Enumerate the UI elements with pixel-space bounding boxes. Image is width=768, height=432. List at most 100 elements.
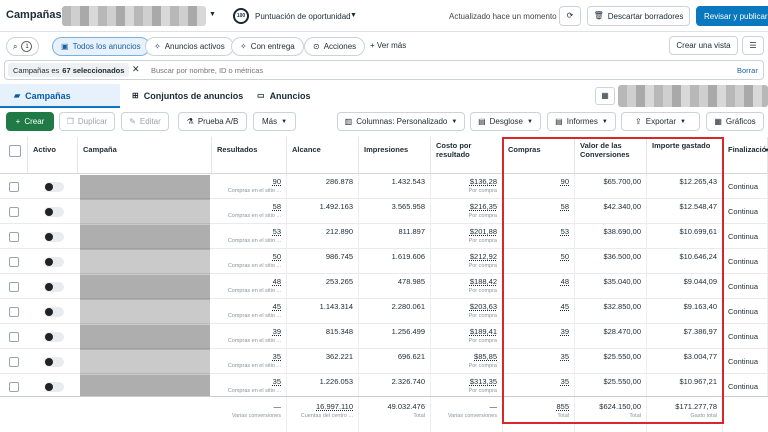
search-toggle[interactable]: ⌕ 1 bbox=[6, 37, 40, 56]
ab-test-button[interactable]: ⚗ Prueba A/B bbox=[178, 112, 247, 131]
cell-value: $35.040,00 bbox=[575, 274, 647, 299]
breakdown-icon: ▤ bbox=[478, 116, 486, 126]
cell-value: $36.500,00 bbox=[575, 249, 647, 274]
header-finish[interactable]: Finalizació bbox=[723, 137, 768, 174]
cell-impressions: 1.432.543 bbox=[359, 174, 431, 199]
folder-icon: ▣ bbox=[61, 41, 69, 51]
row-checkbox[interactable] bbox=[9, 307, 19, 317]
cell-purchases: 35 bbox=[503, 349, 575, 374]
review-publish-button[interactable]: Revisar y publicar bbox=[696, 6, 768, 26]
row-toggle[interactable] bbox=[44, 282, 64, 292]
total-cost: — Varias conversiones bbox=[431, 397, 503, 432]
row-toggle[interactable] bbox=[44, 357, 64, 367]
cell-results: 35 Compras en el sitio ... bbox=[212, 349, 287, 374]
cell-purchases: 48 bbox=[503, 274, 575, 299]
cell-reach: 253.265 bbox=[287, 274, 359, 299]
cell-value: $25.550,00 bbox=[575, 349, 647, 374]
export-label: Exportar bbox=[645, 117, 676, 126]
create-view-button[interactable]: Crear una vista bbox=[669, 36, 738, 55]
row-toggle[interactable] bbox=[44, 232, 64, 242]
header-active[interactable]: Activo bbox=[28, 137, 78, 174]
header-purchases[interactable]: Compras bbox=[503, 137, 575, 174]
opportunity-score-label[interactable]: Puntuación de oportunidad bbox=[255, 12, 351, 21]
create-button[interactable]: + Crear bbox=[6, 112, 54, 131]
edit-button[interactable]: ✎ Editar bbox=[121, 112, 169, 131]
more-filters-link[interactable]: + Ver más bbox=[370, 41, 406, 50]
header-amount-spent[interactable]: Importe gastado bbox=[647, 137, 723, 174]
cell-impressions: 811.897 bbox=[359, 224, 431, 249]
search-input[interactable] bbox=[151, 63, 511, 77]
tab-ads[interactable]: ▭ Anuncios bbox=[249, 84, 319, 108]
filter-actions[interactable]: ⊙ Acciones bbox=[304, 37, 366, 56]
row-checkbox[interactable] bbox=[9, 232, 19, 242]
create-label: Crear bbox=[24, 117, 45, 126]
cell-value: $65.700,00 bbox=[575, 174, 647, 199]
cell-results: 58 Compras en el sitio ... bbox=[212, 199, 287, 224]
cell-finish: Continua bbox=[723, 174, 768, 199]
calendar-button[interactable]: ▦ bbox=[595, 87, 615, 105]
cell-impressions: 696.621 bbox=[359, 349, 431, 374]
more-actions-button[interactable]: Más ▼ bbox=[253, 112, 296, 131]
discard-drafts-button[interactable]: 🗑 Descartar borradores bbox=[587, 6, 690, 26]
row-toggle[interactable] bbox=[44, 332, 64, 342]
filter-chip[interactable]: Campañas es 67 seleccionados bbox=[8, 63, 130, 77]
settings-button[interactable]: ☰ bbox=[742, 36, 764, 55]
date-range-selector[interactable] bbox=[618, 85, 768, 107]
chevron-down-icon[interactable]: ▼ bbox=[350, 12, 357, 19]
grid-icon: ⊞ bbox=[132, 91, 139, 100]
header-reach[interactable]: Alcance bbox=[287, 137, 359, 174]
row-toggle[interactable] bbox=[44, 182, 64, 192]
ab-test-label: Prueba A/B bbox=[197, 117, 239, 126]
filter-count-badge: 1 bbox=[21, 41, 33, 52]
tab-ad-sets[interactable]: ⊞ Conjuntos de anuncios bbox=[124, 84, 251, 108]
header-cost-per-result[interactable]: Costo por resultado bbox=[431, 137, 503, 174]
charts-label: Gráficos bbox=[725, 117, 756, 126]
row-checkbox[interactable] bbox=[9, 282, 19, 292]
columns-icon: ▥ bbox=[344, 116, 353, 126]
chevron-down-icon[interactable]: ▼ bbox=[764, 148, 768, 154]
header-conversion-value[interactable]: Valor de las Conversiones bbox=[575, 137, 647, 174]
discard-drafts-label: Descartar borradores bbox=[607, 11, 684, 21]
charts-button[interactable]: ▦ Gráficos bbox=[706, 112, 764, 131]
row-checkbox[interactable] bbox=[9, 332, 19, 342]
export-button[interactable]: ⇪ Exportar ▼ bbox=[621, 112, 700, 131]
filter-with-delivery[interactable]: ✧ Con entrega bbox=[231, 37, 304, 56]
cell-results: 39 Compras en el sitio ... bbox=[212, 324, 287, 349]
filter-all-ads[interactable]: ▣ Todos los anuncios bbox=[52, 37, 150, 56]
totals-row: — Varias conversiones 16.997.110 Cuentas d… bbox=[0, 396, 768, 432]
tab-campaigns[interactable]: ▰ Campañas bbox=[6, 84, 79, 108]
duplicate-button[interactable]: ❐ Duplicar bbox=[59, 112, 115, 131]
header-impressions[interactable]: Impresiones bbox=[359, 137, 431, 174]
row-toggle[interactable] bbox=[44, 307, 64, 317]
cell-spent: $9.044,09 bbox=[647, 274, 723, 299]
filter-active-ads[interactable]: ✧ Anuncios activos bbox=[145, 37, 234, 56]
close-icon[interactable]: ✕ bbox=[132, 64, 140, 75]
select-all-checkbox[interactable] bbox=[9, 145, 21, 157]
row-checkbox[interactable] bbox=[9, 357, 19, 367]
filter-active-ads-label: Anuncios activos bbox=[164, 42, 225, 51]
row-toggle[interactable] bbox=[44, 257, 64, 267]
row-checkbox[interactable] bbox=[9, 382, 19, 392]
breakdown-button[interactable]: ▤ Desglose ▼ bbox=[470, 112, 541, 131]
account-selector[interactable] bbox=[62, 6, 206, 26]
row-checkbox[interactable] bbox=[9, 207, 19, 217]
clear-filters-link[interactable]: Borrar bbox=[737, 66, 758, 75]
cell-cost: $203,63 Por compra bbox=[431, 299, 503, 324]
chevron-down-icon[interactable]: ▼ bbox=[209, 11, 216, 18]
cell-cost: $216,35 Por compra bbox=[431, 199, 503, 224]
row-checkbox[interactable] bbox=[9, 182, 19, 192]
header-campaign[interactable]: Campaña bbox=[78, 137, 212, 174]
reports-button[interactable]: ▤ Informes ▼ bbox=[547, 112, 616, 131]
filter-actions-label: Acciones bbox=[323, 42, 357, 51]
cell-spent: $9.163,40 bbox=[647, 299, 723, 324]
refresh-button[interactable]: ⟳ bbox=[559, 6, 581, 26]
tab-ads-label: Anuncios bbox=[269, 91, 311, 101]
row-toggle[interactable] bbox=[44, 382, 64, 392]
header-results[interactable]: Resultados bbox=[212, 137, 287, 174]
columns-button[interactable]: ▥ Columnas: Personalizado ▼ bbox=[337, 112, 465, 131]
cell-finish: Continua bbox=[723, 324, 768, 349]
chart-icon: ▦ bbox=[714, 116, 722, 126]
row-toggle[interactable] bbox=[44, 207, 64, 217]
row-checkbox[interactable] bbox=[9, 257, 19, 267]
cell-purchases: 58 bbox=[503, 199, 575, 224]
